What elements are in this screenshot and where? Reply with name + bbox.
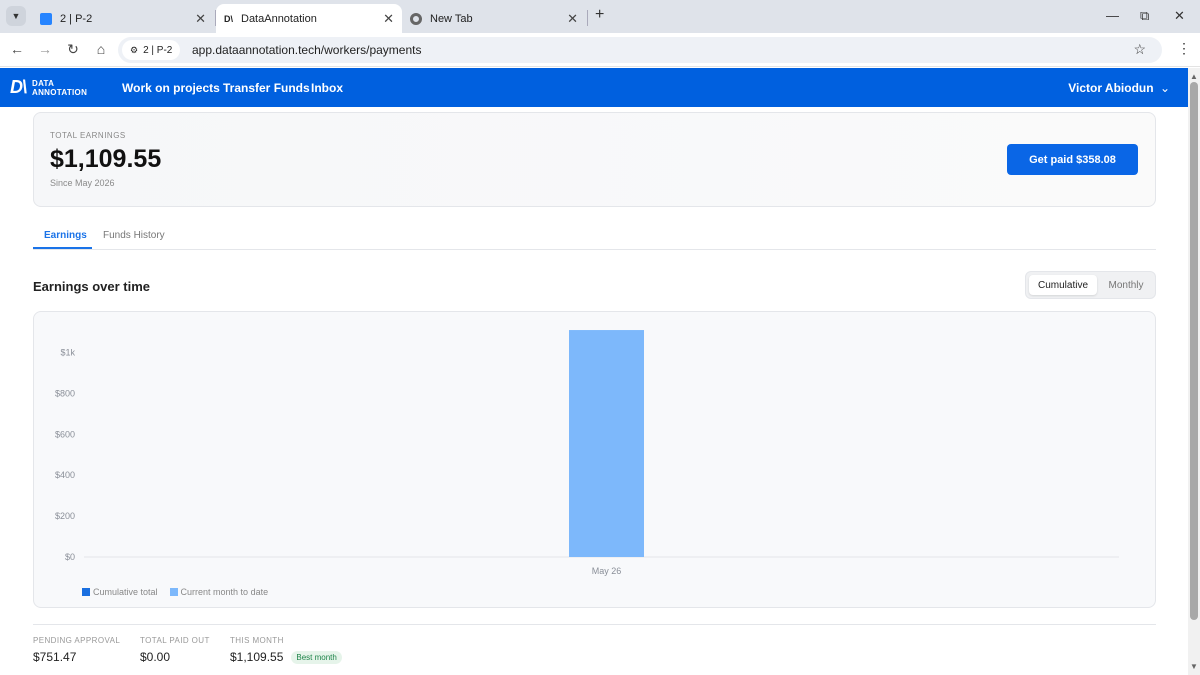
close-window-icon[interactable]: ✕ <box>1174 8 1185 24</box>
chart-legend: Cumulative total Current month to date <box>82 587 280 597</box>
toggle-cumulative[interactable]: Cumulative <box>1029 275 1097 295</box>
stat-label: PENDING APPROVAL <box>33 636 121 645</box>
stat-label: TOTAL PAID OUT <box>140 636 210 645</box>
y-tick-label: $600 <box>55 429 75 439</box>
tab-divider <box>587 10 588 26</box>
dataannotation-icon: D\ <box>224 13 233 24</box>
address-bar[interactable]: ⚙ 2 | P-2 app.dataannotation.tech/worker… <box>118 37 1162 63</box>
logo-text: DATA ANNOTATION <box>32 79 87 97</box>
chevron-down-icon: ⌄ <box>1159 81 1170 95</box>
chrome-icon <box>410 12 422 25</box>
earnings-chart-card: $0 $200 $400 $600 $800 $1k May 26 Cumulative t… <box>33 311 1156 608</box>
tab-title: DataAnnotation <box>241 12 317 25</box>
browser-tab-dataannotation[interactable]: D\ DataAnnotation ✕ <box>216 4 402 33</box>
forward-icon[interactable]: → <box>36 41 54 57</box>
minimize-icon[interactable]: — <box>1106 8 1119 23</box>
bookmark-star-icon[interactable]: ☆ <box>1133 41 1146 58</box>
tab-funds-history[interactable]: Funds History <box>103 230 165 241</box>
chart-mode-toggle: Cumulative Monthly <box>1025 271 1156 299</box>
stat-value: $0.00 <box>140 650 171 664</box>
y-tick-label: $1k <box>60 347 75 357</box>
scroll-up-icon[interactable]: ▲ <box>1190 72 1198 81</box>
earnings-since: Since May 2026 <box>50 178 115 188</box>
stat-value-row: $751.47 <box>33 650 120 664</box>
nav-inbox[interactable]: Inbox <box>311 81 343 95</box>
total-earnings-amount: $1,109.55 <box>50 145 162 173</box>
tab-title: 2 | P-2 <box>60 12 93 25</box>
close-icon[interactable]: ✕ <box>383 11 394 27</box>
chevron-down-icon: ▼ <box>11 11 21 21</box>
tab-search-button[interactable]: ▼ <box>6 6 26 26</box>
nav-work-on-projects[interactable]: Work on projects <box>122 81 220 95</box>
logo[interactable]: D\ DATA ANNOTATION <box>10 77 87 98</box>
best-month-badge: Best month <box>291 650 342 664</box>
y-tick-label: $800 <box>55 388 75 398</box>
legend-label: Current month to date <box>180 587 269 597</box>
total-earnings-label: TOTAL EARNINGS <box>50 131 126 140</box>
browser-menu-icon[interactable]: ⋮ <box>1177 40 1191 57</box>
legend-item-current-month: Current month to date <box>169 587 269 597</box>
logo-line-1: DATA <box>32 78 55 88</box>
toggle-monthly[interactable]: Monthly <box>1100 275 1152 295</box>
earnings-chart: $0 $200 $400 $600 $800 $1k May 26 <box>55 330 1119 576</box>
total-earnings-card: TOTAL EARNINGS $1,109.55 Since May 2026 … <box>33 112 1156 207</box>
page-tabs: Earnings Funds History <box>33 222 1156 250</box>
close-icon[interactable]: ✕ <box>567 11 578 27</box>
scrollbar-thumb[interactable] <box>1190 82 1198 620</box>
stat-total-paid-out: TOTAL PAID OUT $0.00 <box>140 636 210 664</box>
browser-tab-newtab[interactable]: New Tab ✕ <box>402 4 586 33</box>
back-icon[interactable]: ← <box>8 41 26 57</box>
stat-value: $1,109.55 <box>230 650 284 664</box>
reload-icon[interactable]: ↻ <box>64 41 82 58</box>
stat-label: THIS MONTH <box>230 636 284 645</box>
close-icon[interactable]: ✕ <box>195 11 206 27</box>
user-menu[interactable]: Victor Abiodun ⌄ <box>1068 81 1170 95</box>
stat-value: $751.47 <box>33 650 77 664</box>
legend-swatch <box>169 588 178 596</box>
earnings-over-time-title: Earnings over time <box>33 279 151 294</box>
tab-title: New Tab <box>430 12 473 25</box>
site-chip-label: 2 | P-2 <box>143 44 173 56</box>
browser-tab-jira[interactable]: 2 | P-2 ✕ <box>30 4 214 33</box>
active-tab-indicator <box>33 247 92 249</box>
user-name: Victor Abiodun <box>1068 81 1154 95</box>
stats-divider <box>33 624 1156 625</box>
get-paid-button[interactable]: Get paid $358.08 <box>1007 144 1138 175</box>
stat-pending-approval: PENDING APPROVAL $751.47 <box>33 636 120 664</box>
stat-value-row: $1,109.55 Best month <box>230 650 342 664</box>
y-tick-label: $0 <box>65 552 75 562</box>
legend-label: Cumulative total <box>93 587 158 597</box>
stat-value-row: $0.00 <box>140 650 210 664</box>
home-icon[interactable]: ⌂ <box>92 41 110 57</box>
y-tick-label: $400 <box>55 470 75 480</box>
stat-this-month: THIS MONTH $1,109.55 Best month <box>230 636 342 664</box>
bar-current-month[interactable] <box>569 330 644 557</box>
y-tick-label: $200 <box>55 511 75 521</box>
browser-toolbar: ← → ↻ ⌂ ⚙ 2 | P-2 app.dataannotation.tec… <box>0 33 1200 67</box>
tune-icon: ⚙ <box>130 44 139 55</box>
site-info-chip[interactable]: ⚙ 2 | P-2 <box>122 40 181 60</box>
logo-line-2: ANNOTATION <box>32 87 88 97</box>
app-header: D\ DATA ANNOTATION Work on projects Tran… <box>0 68 1188 107</box>
new-tab-button[interactable]: + <box>595 6 604 24</box>
restore-icon[interactable]: ⧉ <box>1140 8 1149 24</box>
legend-swatch <box>82 588 90 596</box>
legend-item-cumulative: Cumulative total <box>82 587 158 597</box>
browser-tabstrip: ▼ 2 | P-2 ✕ D\ DataAnnotation ✕ New Tab … <box>0 0 1200 33</box>
nav-transfer-funds[interactable]: Transfer Funds <box>223 81 310 95</box>
x-tick-label: May 26 <box>592 566 622 576</box>
url-text[interactable]: app.dataannotation.tech/workers/payments <box>192 43 421 57</box>
scroll-down-icon[interactable]: ▼ <box>1190 662 1198 671</box>
tab-earnings[interactable]: Earnings <box>44 230 87 241</box>
dataannotation-logo-icon: D\ <box>10 77 27 97</box>
jira-icon <box>40 12 52 25</box>
